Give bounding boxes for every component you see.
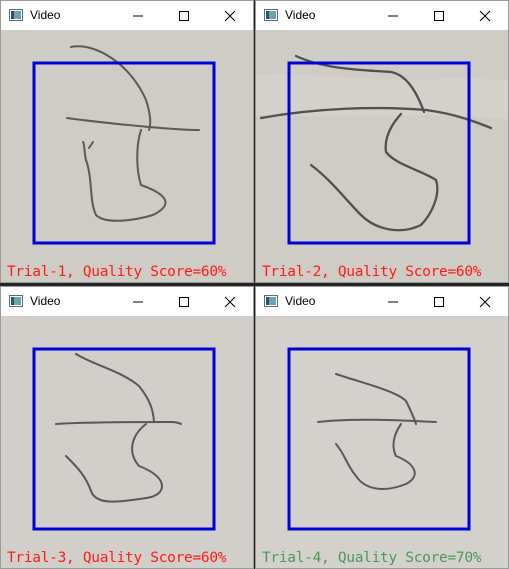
- minimize-button[interactable]: [370, 1, 416, 30]
- title-bar[interactable]: Video: [1, 287, 253, 316]
- video-window-3[interactable]: Video Trial-3, Quality Score=60%: [0, 286, 254, 569]
- title-bar[interactable]: Video: [1, 1, 253, 30]
- close-icon: [224, 10, 236, 22]
- video-window-icon: [264, 295, 278, 307]
- window-title: Video: [285, 294, 316, 308]
- maximize-icon: [434, 297, 444, 307]
- maximize-button[interactable]: [416, 287, 462, 316]
- handwriting-sample: [1, 30, 253, 282]
- video-window-1[interactable]: Video Trial-1, Quality Score=60%: [0, 0, 254, 283]
- maximize-icon: [434, 11, 444, 21]
- close-icon: [479, 10, 491, 22]
- close-button[interactable]: [207, 287, 253, 316]
- close-button[interactable]: [207, 1, 253, 30]
- close-button[interactable]: [462, 287, 508, 316]
- video-frame: Trial-3, Quality Score=60%: [1, 316, 253, 568]
- handwriting-sample: [256, 316, 508, 568]
- maximize-icon: [179, 297, 189, 307]
- close-icon: [224, 296, 236, 308]
- quality-caption: Trial-3, Quality Score=60%: [7, 550, 227, 566]
- video-window-4[interactable]: Video Trial-4, Quality Score=70%: [255, 286, 509, 569]
- minimize-icon: [388, 15, 398, 17]
- title-bar[interactable]: Video: [256, 1, 508, 30]
- window-title: Video: [30, 294, 61, 308]
- quality-caption: Trial-1, Quality Score=60%: [7, 264, 227, 280]
- minimize-button[interactable]: [370, 287, 416, 316]
- handwriting-sample: [256, 30, 508, 282]
- video-frame: Trial-1, Quality Score=60%: [1, 30, 253, 282]
- video-frame: Trial-2, Quality Score=60%: [256, 30, 508, 282]
- minimize-icon: [133, 15, 143, 17]
- minimize-button[interactable]: [115, 287, 161, 316]
- close-button[interactable]: [462, 1, 508, 30]
- minimize-icon: [133, 301, 143, 303]
- minimize-button[interactable]: [115, 1, 161, 30]
- maximize-button[interactable]: [161, 1, 207, 30]
- minimize-icon: [388, 301, 398, 303]
- window-title: Video: [285, 8, 316, 22]
- title-bar[interactable]: Video: [256, 287, 508, 316]
- window-title: Video: [30, 8, 61, 22]
- video-window-icon: [9, 9, 23, 21]
- video-window-icon: [264, 9, 278, 21]
- quality-caption: Trial-4, Quality Score=70%: [262, 550, 482, 566]
- video-window-icon: [9, 295, 23, 307]
- quality-caption: Trial-2, Quality Score=60%: [262, 264, 482, 280]
- close-icon: [479, 296, 491, 308]
- maximize-button[interactable]: [416, 1, 462, 30]
- maximize-icon: [179, 11, 189, 21]
- video-frame: Trial-4, Quality Score=70%: [256, 316, 508, 568]
- video-window-2[interactable]: Video Trial-2, Quality Score=60%: [255, 0, 509, 283]
- maximize-button[interactable]: [161, 287, 207, 316]
- handwriting-sample: [1, 316, 253, 568]
